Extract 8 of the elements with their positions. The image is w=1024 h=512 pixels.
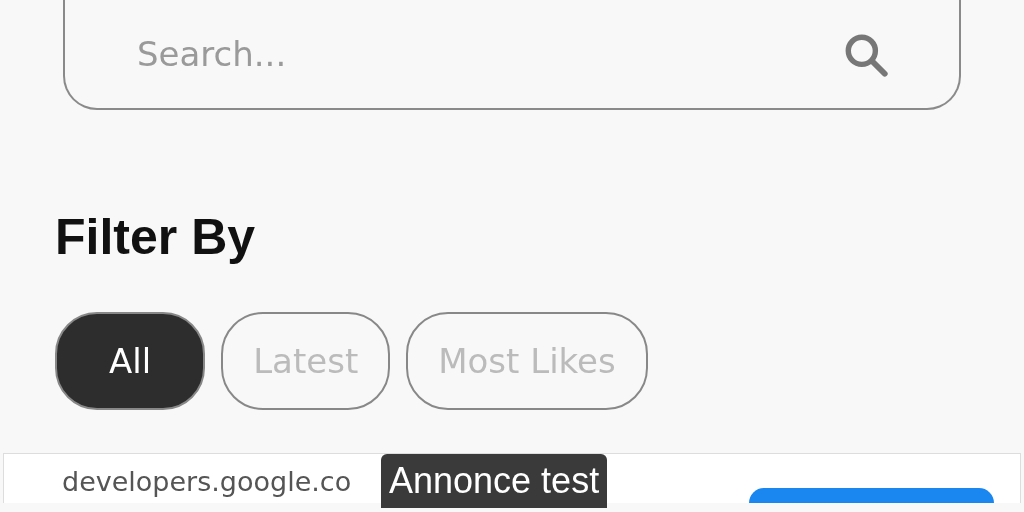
ad-button[interactable]	[749, 488, 994, 503]
filter-chip[interactable]: Most Likes	[406, 312, 648, 410]
filter-chip[interactable]: Latest	[221, 312, 391, 410]
section-heading: Filter By	[55, 208, 256, 266]
ad-url: developers.google.co	[62, 466, 352, 497]
search-field[interactable]: Search...	[63, 0, 961, 110]
ad-badge: Annonce test	[381, 454, 608, 508]
filter-chip[interactable]: All	[55, 312, 206, 410]
